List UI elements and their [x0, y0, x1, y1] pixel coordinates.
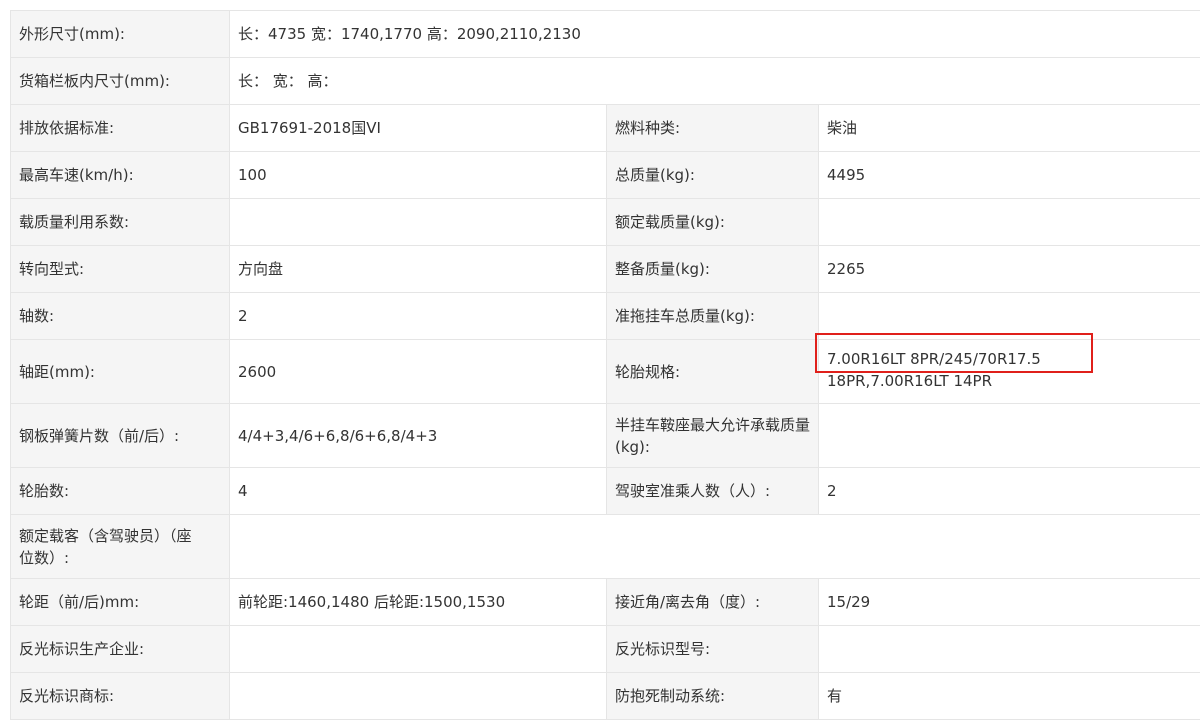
spec-value: 有 [819, 673, 1200, 720]
spec-label: 转向型式: [11, 246, 230, 293]
table-row: 轮距（前/后)mm: 前轮距:1460,1480 后轮距:1500,1530 接… [11, 579, 1200, 626]
spec-label: 货箱栏板内尺寸(mm): [11, 58, 230, 105]
table-row: 转向型式: 方向盘 整备质量(kg): 2265 [11, 246, 1200, 293]
spec-value [230, 199, 607, 246]
spec-value: 方向盘 [230, 246, 607, 293]
spec-value: GB17691-2018国VI [230, 105, 607, 152]
spec-label: 外形尺寸(mm): [11, 11, 230, 58]
table-row: 轴数: 2 准拖挂车总质量(kg): [11, 293, 1200, 340]
spec-value: 4 [230, 468, 607, 515]
spec-value: 100 [230, 152, 607, 199]
spec-label: 排放依据标准: [11, 105, 230, 152]
spec-value: 2600 [230, 340, 607, 404]
spec-label: 驾驶室准乘人数（人）: [607, 468, 819, 515]
spec-value [819, 199, 1200, 246]
spec-label: 轴距(mm): [11, 340, 230, 404]
table-row: 最高车速(km/h): 100 总质量(kg): 4495 [11, 152, 1200, 199]
spec-value: 4/4+3,4/6+6,8/6+6,8/4+3 [230, 404, 607, 468]
spec-label: 防抱死制动系统: [607, 673, 819, 720]
spec-label: 整备质量(kg): [607, 246, 819, 293]
spec-value: 前轮距:1460,1480 后轮距:1500,1530 [230, 579, 607, 626]
spec-label: 反光标识商标: [11, 673, 230, 720]
spec-value [230, 515, 1200, 579]
spec-value [230, 673, 607, 720]
spec-label: 半挂车鞍座最大允许承载质量(kg): [607, 404, 819, 468]
spec-value: 柴油 [819, 105, 1200, 152]
spec-value [819, 293, 1200, 340]
spec-label: 燃料种类: [607, 105, 819, 152]
table-row: 反光标识商标: 防抱死制动系统: 有 [11, 673, 1200, 720]
spec-value [819, 626, 1200, 673]
spec-label: 反光标识生产企业: [11, 626, 230, 673]
spec-label: 钢板弹簧片数（前/后）: [11, 404, 230, 468]
spec-label: 载质量利用系数: [11, 199, 230, 246]
spec-label: 总质量(kg): [607, 152, 819, 199]
vehicle-spec-table: 外形尺寸(mm): 长：4735 宽：1740,1770 高：2090,2110… [10, 10, 1200, 720]
table-row: 额定载客（含驾驶员）（座位数）: [11, 515, 1200, 579]
spec-value: 2265 [819, 246, 1200, 293]
spec-value: 长：4735 宽：1740,1770 高：2090,2110,2130 [230, 11, 1200, 58]
tire-spec-value: 7.00R16LT 8PR/245/70R17.5 18PR,7.00R16LT… [819, 340, 1200, 404]
spec-value: 2 [230, 293, 607, 340]
spec-label: 轮距（前/后)mm: [11, 579, 230, 626]
table-row: 排放依据标准: GB17691-2018国VI 燃料种类: 柴油 [11, 105, 1200, 152]
spec-label: 反光标识型号: [607, 626, 819, 673]
spec-label: 最高车速(km/h): [11, 152, 230, 199]
spec-value: 15/29 [819, 579, 1200, 626]
table-row: 反光标识生产企业: 反光标识型号: [11, 626, 1200, 673]
spec-label: 轮胎数: [11, 468, 230, 515]
spec-label: 轴数: [11, 293, 230, 340]
spec-value [230, 626, 607, 673]
spec-label: 轮胎规格: [607, 340, 819, 404]
table-row: 载质量利用系数: 额定载质量(kg): [11, 199, 1200, 246]
spec-label: 准拖挂车总质量(kg): [607, 293, 819, 340]
spec-label: 额定载客（含驾驶员）（座位数）: [11, 515, 230, 579]
spec-value: 2 [819, 468, 1200, 515]
spec-value: 4495 [819, 152, 1200, 199]
spec-value: 长： 宽： 高： [230, 58, 1200, 105]
spec-table-container: 外形尺寸(mm): 长：4735 宽：1740,1770 高：2090,2110… [10, 10, 1200, 720]
spec-value [819, 404, 1200, 468]
table-row: 货箱栏板内尺寸(mm): 长： 宽： 高： [11, 58, 1200, 105]
table-row: 轴距(mm): 2600 轮胎规格: 7.00R16LT 8PR/245/70R… [11, 340, 1200, 404]
table-row: 轮胎数: 4 驾驶室准乘人数（人）: 2 [11, 468, 1200, 515]
spec-label: 额定载质量(kg): [607, 199, 819, 246]
table-row: 钢板弹簧片数（前/后）: 4/4+3,4/6+6,8/6+6,8/4+3 半挂车… [11, 404, 1200, 468]
spec-label: 接近角/离去角（度）: [607, 579, 819, 626]
table-row: 外形尺寸(mm): 长：4735 宽：1740,1770 高：2090,2110… [11, 11, 1200, 58]
